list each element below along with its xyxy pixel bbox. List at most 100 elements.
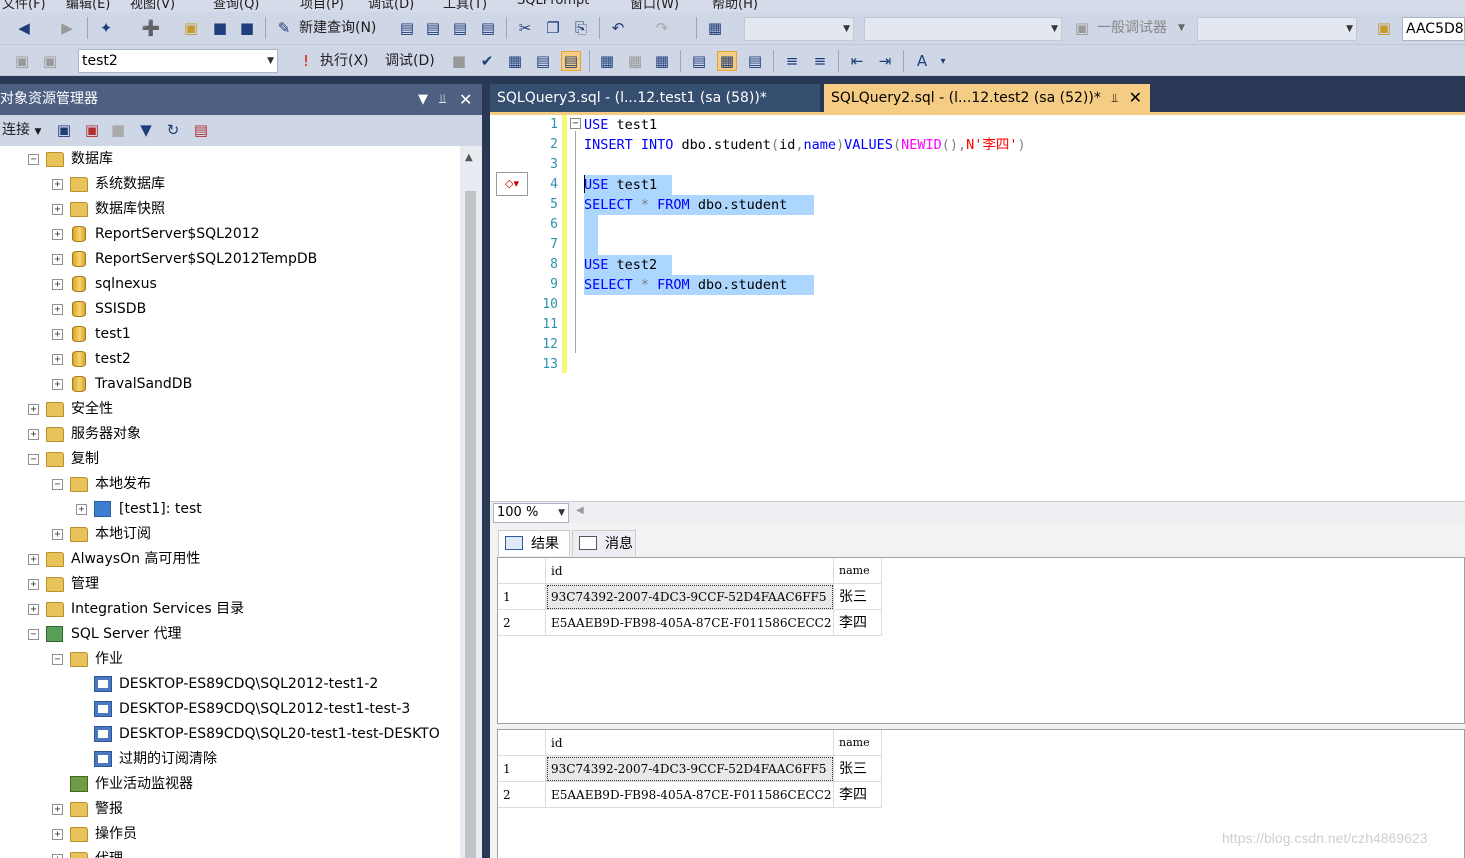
tree-node[interactable]: + TravalSandDB [0, 372, 460, 397]
open-file-icon[interactable]: ▣ [181, 18, 201, 38]
column-header[interactable]: id [546, 730, 834, 756]
tree-node[interactable]: DESKTOP-ES89CDQ\SQL20-test1-test-DESKTO [0, 722, 460, 747]
tree-node[interactable]: + 代理 [0, 847, 460, 858]
expand-icon[interactable]: + [52, 529, 63, 540]
debugger-dropdown-arrow[interactable]: ▼ [1178, 18, 1185, 38]
results-grid-icon[interactable]: ▦ [717, 51, 737, 71]
tab-messages[interactable]: 消息 [572, 530, 636, 556]
client-stats-icon[interactable]: ▦ [652, 51, 672, 71]
server-icon[interactable]: ▣ [1374, 18, 1394, 38]
expand-icon[interactable]: + [52, 279, 63, 290]
row-number[interactable]: 1 [498, 584, 546, 610]
back-icon[interactable]: ◀ [14, 18, 34, 38]
row-number[interactable]: 1 [498, 756, 546, 782]
collapse-icon[interactable]: − [28, 629, 39, 640]
results-to-text-icon[interactable]: ▤ [689, 51, 709, 71]
parse-icon[interactable]: ✔ [477, 51, 497, 71]
hscroll-left-icon[interactable]: ◀ [576, 505, 584, 516]
expand-icon[interactable]: + [52, 204, 63, 215]
tree-node[interactable]: + SSISDB [0, 297, 460, 322]
disconnect-icon[interactable]: ▣ [82, 120, 102, 140]
grid-cell[interactable]: 93C74392-2007-4DC3-9CCF-52D4FAAC6FF5 [546, 756, 834, 782]
grid-cell[interactable]: E5AAEB9D-FB98-405A-87CE-F011586CECC2 [546, 610, 834, 636]
tree-node[interactable]: + 数据库快照 [0, 197, 460, 222]
expand-icon[interactable]: + [28, 429, 39, 440]
grid-cell[interactable]: 张三 [834, 584, 882, 610]
results-to-grid-icon[interactable]: ▤ [561, 51, 581, 71]
db-engine-query-icon[interactable]: ▤ [397, 18, 417, 38]
object-explorer-scrollbar[interactable]: ▲ [460, 146, 482, 858]
expand-icon[interactable]: + [52, 804, 63, 815]
save-all-icon[interactable]: ■ [237, 18, 257, 38]
expand-icon[interactable]: + [52, 829, 63, 840]
scroll-up-icon[interactable]: ▲ [465, 152, 473, 163]
redo-icon[interactable]: ↷ [652, 18, 672, 38]
tree-node[interactable]: + AlwaysOn 高可用性 [0, 547, 460, 572]
tree-node[interactable]: + [test1]: test [0, 497, 460, 522]
row-number[interactable]: 2 [498, 610, 546, 636]
stop-icon[interactable]: ■ [108, 120, 128, 140]
execute-icon[interactable]: ! [296, 51, 316, 71]
display-plan-icon[interactable]: ▦ [505, 51, 525, 71]
tree-node[interactable]: − 本地发布 [0, 472, 460, 497]
tree-node[interactable]: − 作业 [0, 647, 460, 672]
add-item-icon[interactable]: ➕ [141, 18, 161, 38]
tree-node[interactable]: + ReportServer$SQL2012TempDB [0, 247, 460, 272]
comment-icon[interactable]: ≡ [782, 51, 802, 71]
new-query-button[interactable]: 新建查询(N) [299, 18, 376, 38]
zoom-dropdown[interactable]: 100 % ▼ [493, 503, 569, 523]
expand-icon[interactable]: + [52, 854, 63, 858]
expand-icon[interactable]: + [52, 179, 63, 190]
debugger-dropdown[interactable]: 一般调试器 [1097, 18, 1167, 38]
pin-icon[interactable]: ⫫ [439, 84, 446, 115]
server-box[interactable]: AAC5D8 [1402, 17, 1465, 41]
tree-node[interactable]: + 系统数据库 [0, 172, 460, 197]
xmla-query-icon[interactable]: ▤ [478, 18, 498, 38]
tree-node[interactable]: + Integration Services 目录 [0, 597, 460, 622]
menu-item[interactable]: 项目(P) [300, 0, 344, 12]
expand-icon[interactable]: + [76, 504, 87, 515]
tree-node[interactable]: + 安全性 [0, 397, 460, 422]
new-project-icon[interactable]: ✦ [96, 18, 116, 38]
uncomment-icon[interactable]: ≡ [810, 51, 830, 71]
live-stats-icon[interactable]: ▦ [625, 51, 645, 71]
expand-icon[interactable]: + [52, 354, 63, 365]
database-dropdown[interactable]: test2 ▼ [78, 49, 278, 73]
tree-node[interactable]: + ReportServer$SQL2012 [0, 222, 460, 247]
include-plan-icon[interactable]: ▦ [597, 51, 617, 71]
panel-splitter[interactable] [482, 76, 490, 858]
filter-icon[interactable]: ▼ [136, 120, 156, 140]
grid-corner[interactable] [498, 730, 546, 756]
connect-server-icon[interactable]: ▣ [54, 120, 74, 140]
tree-node[interactable]: + 服务器对象 [0, 422, 460, 447]
activity-icon[interactable]: ▤ [191, 120, 211, 140]
connect-dropdown[interactable]: 连接 ▼ [2, 120, 41, 142]
grid-corner[interactable] [498, 558, 546, 584]
tree-node[interactable]: − 数据库 [0, 147, 460, 172]
paste-icon[interactable]: ⎘ [571, 18, 591, 38]
new-query-icon[interactable]: ✎ [274, 18, 294, 38]
grid-cell[interactable]: 93C74392-2007-4DC3-9CCF-52D4FAAC6FF5 [546, 584, 834, 610]
dmx-query-icon[interactable]: ▤ [450, 18, 470, 38]
tree-node[interactable]: + test1 [0, 322, 460, 347]
expand-icon[interactable]: + [28, 604, 39, 615]
activity-monitor-icon[interactable]: ▦ [705, 18, 725, 38]
row-number[interactable]: 2 [498, 782, 546, 808]
connect-icon[interactable]: ▣ [12, 51, 32, 71]
tree-node[interactable]: + 管理 [0, 572, 460, 597]
results-to-file-icon[interactable]: ▤ [745, 51, 765, 71]
tab-results[interactable]: 结果 [498, 530, 570, 556]
menu-item[interactable]: 调试(D) [368, 0, 414, 12]
mdx-query-icon[interactable]: ▤ [423, 18, 443, 38]
tree-node[interactable]: − SQL Server 代理 [0, 622, 460, 647]
tree-node[interactable]: + 操作员 [0, 822, 460, 847]
toolbar-options-icon[interactable]: ▾ [933, 51, 953, 71]
expand-icon[interactable]: + [52, 304, 63, 315]
menu-item[interactable]: 帮助(H) [712, 0, 758, 12]
collapse-icon[interactable]: − [570, 118, 581, 129]
menu-item[interactable]: 编辑(E) [66, 0, 110, 12]
attach-icon[interactable]: ▣ [1072, 18, 1092, 38]
tree-node[interactable]: 过期的订阅清除 [0, 747, 460, 772]
tree-node[interactable]: 作业活动监视器 [0, 772, 460, 797]
tab-sqlquery3[interactable]: SQLQuery3.sql - (l...12.test1 (sa (58))* [490, 84, 820, 112]
